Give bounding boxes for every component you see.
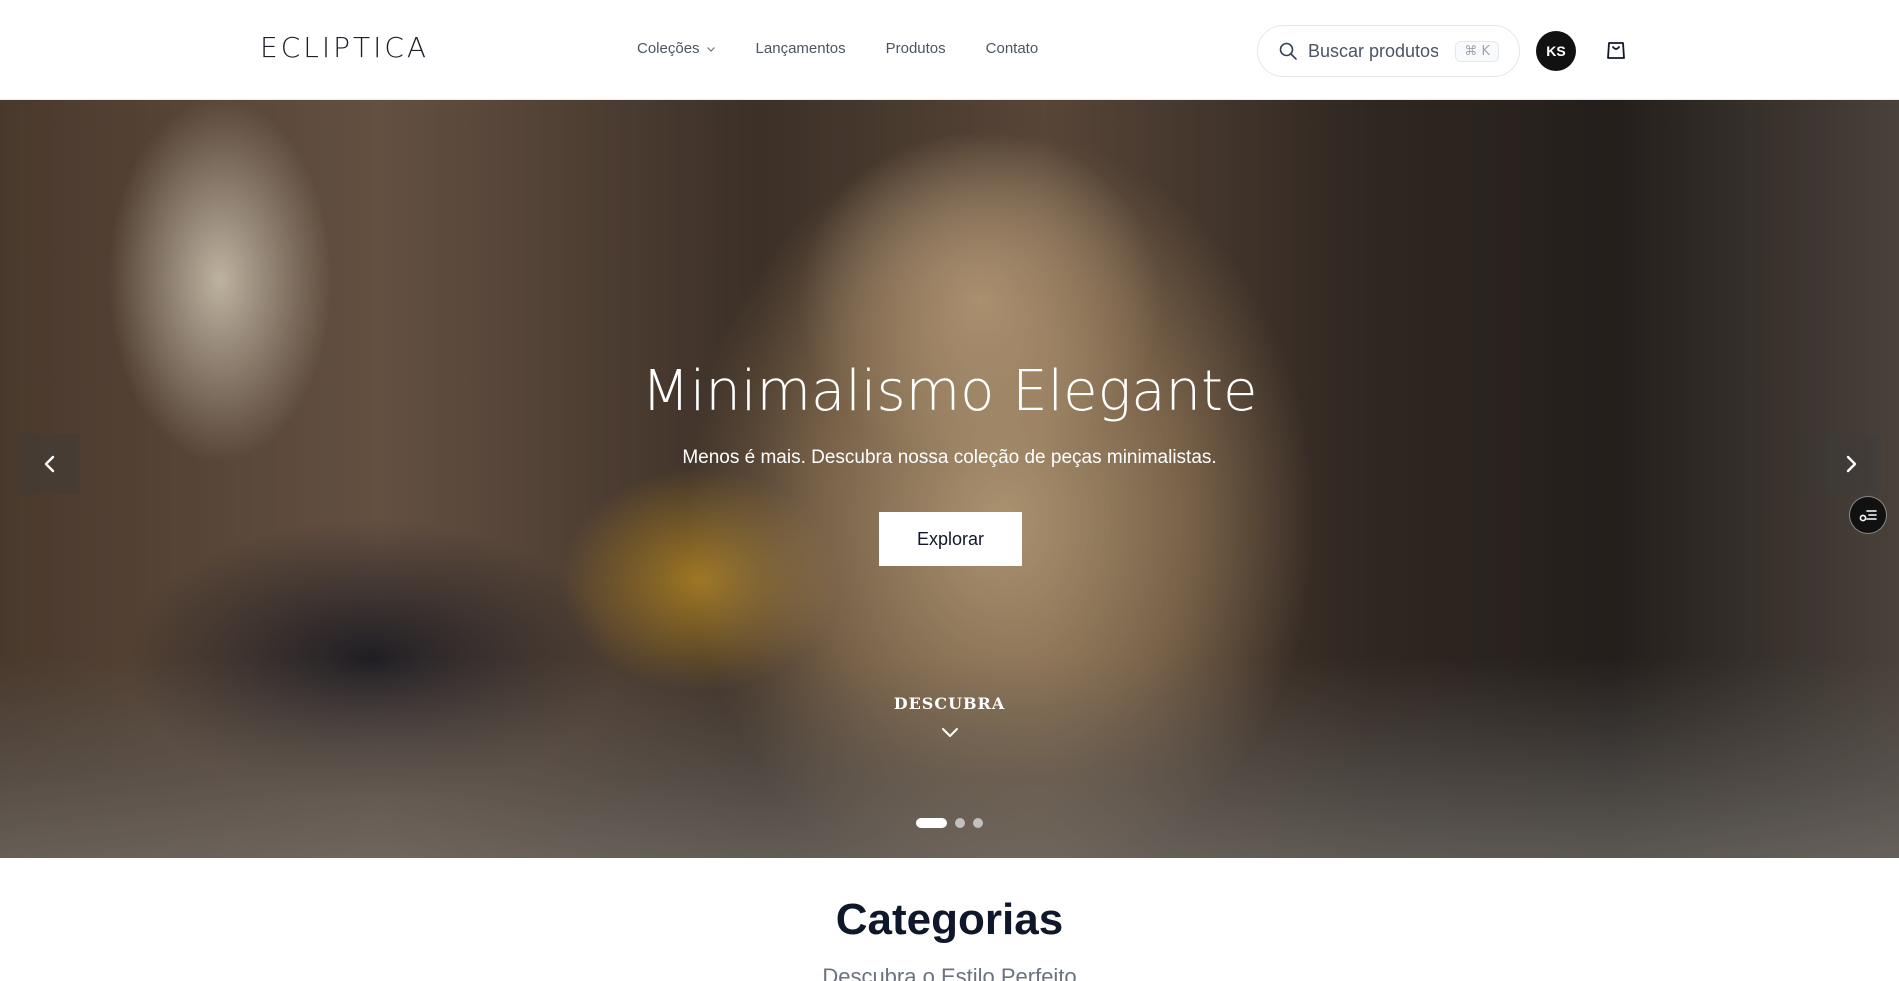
hero-title: Minimalismo Elegante: [641, 359, 1258, 424]
nav-item-label: Coleções: [637, 40, 700, 57]
search-bar[interactable]: ⌘ K: [1257, 25, 1520, 77]
chevron-right-icon: [1846, 455, 1857, 473]
carousel-dot-2[interactable]: [955, 818, 965, 828]
shopping-bag-icon[interactable]: [1605, 37, 1627, 61]
carousel-pagination: [916, 818, 983, 828]
carousel-next-button[interactable]: [1821, 434, 1881, 494]
hero-overlay: [0, 100, 1899, 858]
preferences-button[interactable]: [1849, 496, 1887, 534]
site-header: ECLIPTICA Coleções Lançamentos Produtos …: [0, 0, 1899, 100]
hero-carousel: Minimalismo Elegante Menos é mais. Descu…: [0, 100, 1899, 858]
search-shortcut-badge: ⌘ K: [1455, 40, 1499, 62]
carousel-dot-3[interactable]: [973, 818, 983, 828]
nav-item-contato[interactable]: Contato: [986, 40, 1039, 57]
main-nav: Coleções Lançamentos Produtos Contato: [637, 40, 1038, 57]
discover-label[interactable]: DESCUBRA: [0, 694, 1899, 713]
user-avatar[interactable]: KS: [1536, 31, 1576, 71]
hero-subtitle: Menos é mais. Descubra nossa coleção de …: [682, 447, 1217, 468]
chevron-down-icon: [706, 46, 715, 52]
nav-item-colecoes[interactable]: Coleções: [637, 40, 716, 57]
search-input[interactable]: [1308, 40, 1438, 62]
carousel-dot-1[interactable]: [916, 818, 947, 828]
categories-subtitle: Descubra o Estilo Perfeito: [822, 964, 1077, 981]
categories-title: Categorias: [835, 895, 1064, 944]
nav-item-lancamentos[interactable]: Lançamentos: [756, 40, 846, 57]
site-logo[interactable]: ECLIPTICA: [260, 34, 429, 62]
carousel-prev-button[interactable]: [20, 434, 80, 494]
chevron-left-icon: [44, 455, 55, 473]
explore-button[interactable]: Explorar: [879, 512, 1022, 566]
chevron-down-icon[interactable]: [940, 726, 960, 740]
search-icon: [1279, 42, 1297, 60]
nav-item-produtos[interactable]: Produtos: [886, 40, 946, 57]
preferences-icon: [1859, 510, 1877, 522]
